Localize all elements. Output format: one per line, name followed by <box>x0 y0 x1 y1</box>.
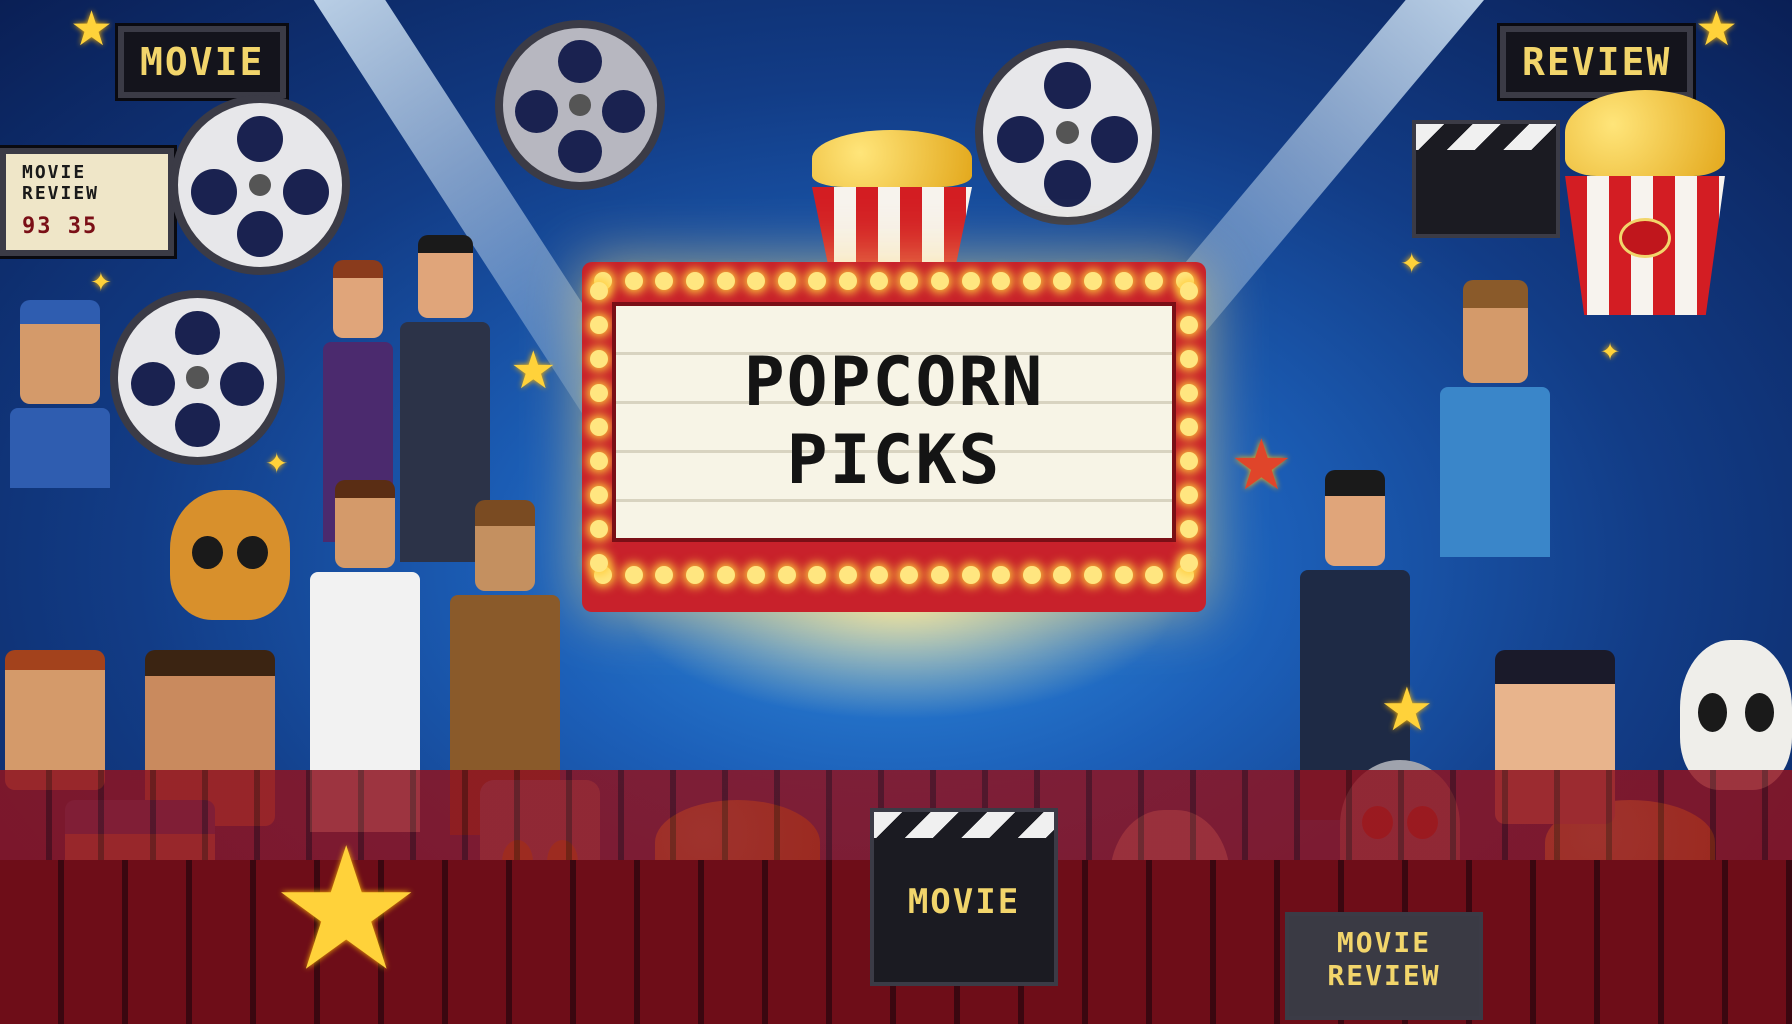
skull-icon <box>1680 640 1792 790</box>
sparkle-icon: ✦ <box>1400 247 1424 280</box>
star-icon: ★ <box>70 1 114 57</box>
star-icon: ★ <box>1380 675 1434 745</box>
popcorn-box-icon <box>812 130 972 280</box>
plaque-review-text: REVIEW <box>1327 959 1441 992</box>
movie-poster-scene: MOVIE REVIEW MOVIE REVIEW 93 35 POPCORN … <box>0 0 1792 1024</box>
marquee-light-glow <box>620 600 1180 720</box>
star-icon: ★ <box>1230 424 1293 506</box>
golden-skull-icon <box>170 490 290 620</box>
star-icon: ★ <box>510 341 557 401</box>
pixel-character <box>1440 280 1550 557</box>
pixel-character <box>0 650 110 790</box>
film-reel-icon <box>170 95 350 275</box>
marquee-title-line2: PICKS <box>786 421 1002 500</box>
movie-sign-top-left: MOVIE <box>118 26 287 98</box>
star-icon: ★ <box>270 811 423 1009</box>
movie-review-board-digits: 93 35 <box>22 214 99 239</box>
sparkle-icon: ✦ <box>265 447 289 480</box>
popcorn-picks-marquee: POPCORN PICKS <box>582 262 1206 612</box>
movie-review-board: MOVIE REVIEW 93 35 <box>0 148 174 256</box>
movie-review-board-title: MOVIE REVIEW <box>22 162 100 204</box>
plaque-movie-text: MOVIE <box>1336 926 1432 959</box>
review-sign-top-right: REVIEW <box>1500 26 1694 98</box>
popcorn-box-icon <box>1565 90 1725 315</box>
film-reel-icon <box>975 40 1160 225</box>
star-icon: ★ <box>1695 1 1739 57</box>
sparkle-icon: ✦ <box>90 268 112 298</box>
clapperboard-icon <box>1412 120 1560 238</box>
marquee-title-line1: POPCORN <box>743 343 1045 422</box>
marquee-letter-board: POPCORN PICKS <box>612 302 1176 542</box>
movie-clapperboard: MOVIE <box>870 808 1058 986</box>
pixel-character <box>10 300 110 488</box>
clapperboard-movie-text: MOVIE <box>907 882 1021 922</box>
movie-review-plaque: MOVIE REVIEW <box>1285 912 1483 1020</box>
sparkle-icon: ✦ <box>1600 338 1621 366</box>
film-reel-icon <box>110 290 285 465</box>
film-reel-icon <box>495 20 665 190</box>
